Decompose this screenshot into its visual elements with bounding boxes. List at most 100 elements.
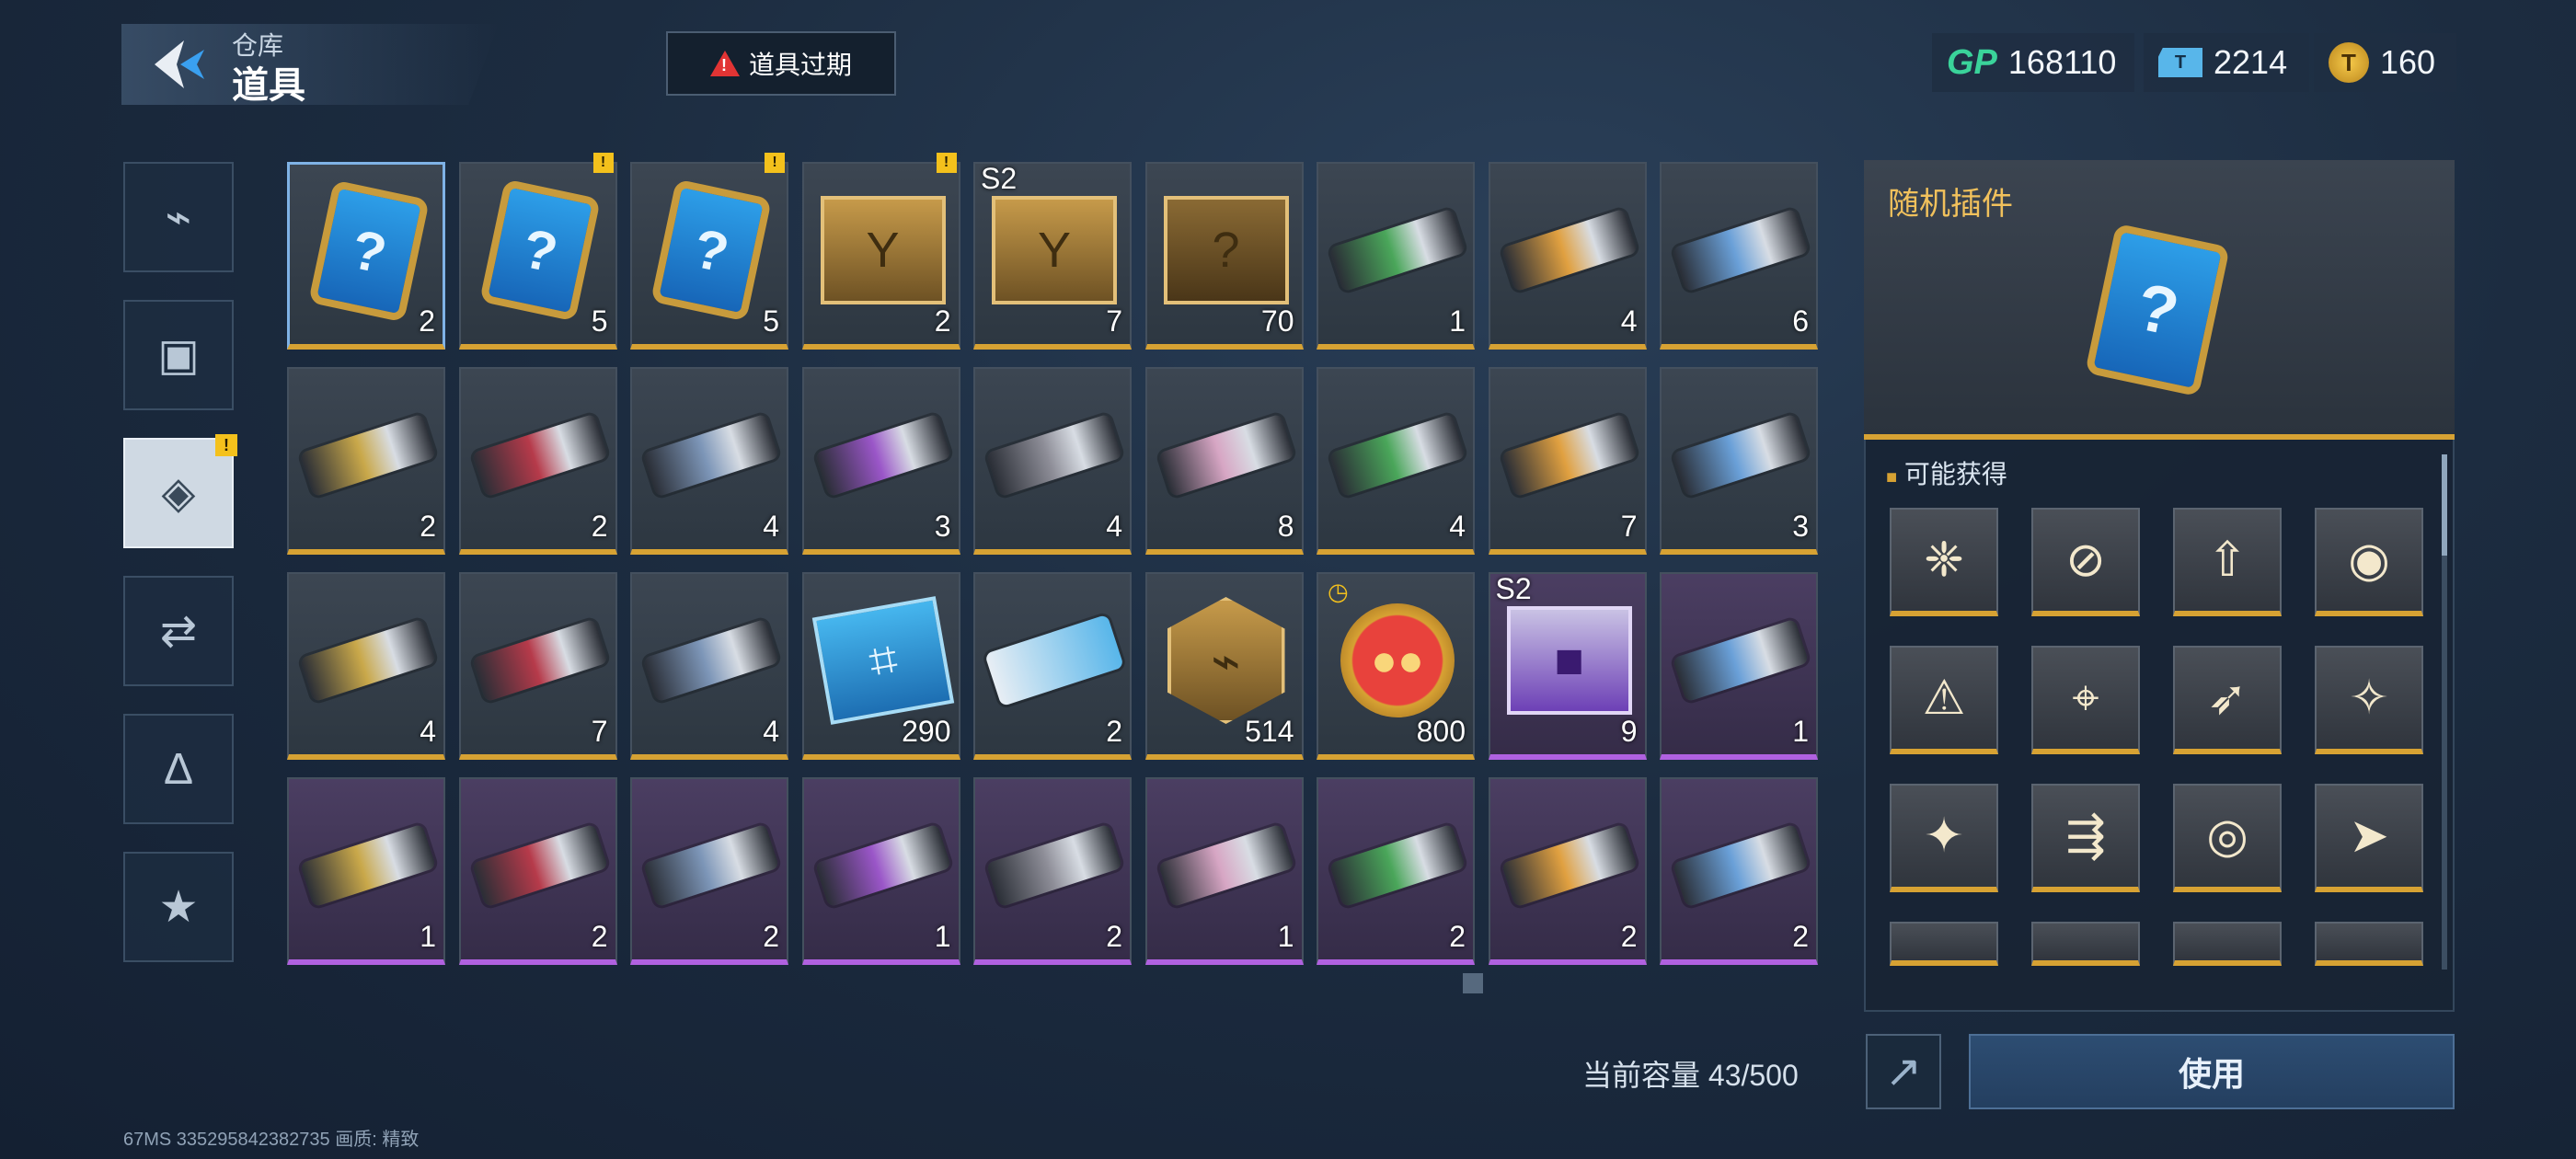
item-quantity: 3: [1792, 510, 1809, 543]
inventory-slot[interactable]: 4: [973, 367, 1132, 555]
item-card-icon: ◈: [161, 469, 196, 518]
page-title: 道具: [232, 65, 305, 106]
tab-items[interactable]: ◈ !: [123, 434, 237, 548]
inventory-slot[interactable]: 1: [1660, 572, 1818, 760]
inventory-slot[interactable]: ?! 5: [458, 153, 617, 350]
item-quantity: 7: [1106, 304, 1122, 338]
random-plugin-card-icon: ?: [647, 178, 776, 322]
inventory-slot[interactable]: 4: [1317, 367, 1475, 555]
inventory-slot[interactable]: ? 2: [287, 162, 445, 350]
plugin-icon[interactable]: ◉: [2315, 508, 2423, 616]
grid-scroll-indicator: [1463, 973, 1483, 993]
inventory-slot[interactable]: 1: [1317, 162, 1475, 350]
weapon-skin-icon: [1672, 801, 1810, 930]
weapon-skin-icon: [814, 801, 951, 930]
item-quantity: 2: [763, 920, 779, 953]
item-quantity: 8: [1277, 510, 1294, 543]
plugin-icon[interactable]: [1890, 922, 1998, 966]
currency-gp: GP 168110: [1932, 33, 2134, 92]
use-button[interactable]: 使用: [1969, 1034, 2455, 1109]
inventory-slot[interactable]: 2: [630, 777, 788, 965]
plugin-icon[interactable]: ⚠: [1890, 646, 1998, 754]
pistol-icon: ⌁: [165, 193, 192, 242]
inventory-slot[interactable]: 2: [973, 777, 1132, 965]
weapon-skin-icon: [1157, 391, 1294, 520]
inventory-slot[interactable]: ●● ◷ 800: [1317, 572, 1475, 760]
currency-coin-value: 160: [2380, 43, 2436, 81]
plugin-icon[interactable]: ➶: [2173, 646, 2282, 754]
inventory-slot[interactable]: 3: [1660, 367, 1818, 555]
plugin-icon[interactable]: ◎: [2173, 784, 2282, 892]
weapon-skin-icon: [1672, 596, 1810, 725]
weapon-skin-icon: [1328, 186, 1466, 315]
tab-blueprint[interactable]: ∆: [123, 714, 234, 824]
inventory-slot[interactable]: 3: [801, 367, 960, 555]
plugin-icon[interactable]: [2031, 922, 2140, 966]
season-tag: S2: [1495, 572, 1532, 605]
inventory-slot[interactable]: 2: [1488, 777, 1647, 965]
inventory-slot[interactable]: 2: [973, 572, 1132, 760]
swap-icon: ⇄: [159, 607, 198, 656]
weapon-skin-icon: [642, 596, 780, 725]
plugin-icon[interactable]: ✧: [2315, 646, 2423, 754]
inventory-slot[interactable]: 1: [287, 777, 445, 965]
rewards-scroll-thumb[interactable]: [2442, 454, 2447, 556]
tab-favorites[interactable]: ★: [123, 852, 234, 962]
inventory-slot[interactable]: ■ S2 9: [1488, 572, 1647, 760]
gold-crate-icon: Y: [819, 186, 948, 315]
chip-card-icon: ⌗: [811, 596, 954, 725]
weapon-skin-icon: [814, 391, 951, 520]
plugin-icon[interactable]: ⊘: [2031, 508, 2140, 616]
item-quantity: 2: [1449, 920, 1466, 953]
inventory-slot[interactable]: ?! 5: [630, 153, 788, 350]
inventory-slot[interactable]: 4: [630, 367, 788, 555]
inventory-slot[interactable]: Y! 2: [801, 153, 960, 350]
weapon-medal-icon: ⌁: [1162, 596, 1291, 725]
inventory-slot[interactable]: Y S2 7: [973, 162, 1132, 350]
inventory-slot[interactable]: 4: [630, 572, 788, 760]
inventory-slot[interactable]: ? 70: [1144, 162, 1304, 350]
item-quantity: 1: [934, 920, 951, 953]
item-expire-button[interactable]: 道具过期: [666, 31, 896, 96]
item-quantity: 3: [934, 510, 951, 543]
weapon-skin-icon: [1501, 801, 1638, 930]
plugin-icon[interactable]: ⇶: [2031, 784, 2140, 892]
inventory-slot[interactable]: 2: [287, 367, 445, 555]
plugin-icon[interactable]: [2315, 922, 2423, 966]
inventory-slot[interactable]: 2: [1660, 777, 1818, 965]
plugin-icon[interactable]: [2173, 922, 2282, 966]
gp-icon: GP: [1947, 42, 1997, 82]
inventory-slot[interactable]: 7: [1488, 367, 1647, 555]
weapon-skin-icon: [1501, 186, 1638, 315]
plugin-icon[interactable]: ⌖: [2031, 646, 2140, 754]
weapon-skin-icon: [985, 801, 1123, 930]
inventory-slot[interactable]: 8: [1144, 367, 1304, 555]
tab-frames[interactable]: ▣: [123, 300, 234, 410]
plugin-icon[interactable]: ➤: [2315, 784, 2423, 892]
export-button[interactable]: ↗: [1866, 1034, 1941, 1109]
inventory-slot[interactable]: 2: [1317, 777, 1475, 965]
inventory-slot[interactable]: 2: [458, 777, 617, 965]
item-quantity: 2: [1792, 920, 1809, 953]
inventory-slot[interactable]: 7: [458, 572, 617, 760]
inventory-slot[interactable]: 4: [1488, 162, 1647, 350]
tab-swap[interactable]: ⇄: [123, 576, 234, 686]
inventory-slot[interactable]: ⌁ 514: [1144, 572, 1304, 760]
inventory-slot[interactable]: 6: [1660, 162, 1818, 350]
inventory-slot[interactable]: 4: [287, 572, 445, 760]
ticket-card-icon: [984, 596, 1124, 725]
item-quantity: 2: [591, 920, 608, 953]
status-bar: 67MS 335295842382735 画质: 精致: [123, 1130, 420, 1150]
plugin-icon[interactable]: ✦: [1890, 784, 1998, 892]
inventory-slot[interactable]: 2: [458, 367, 617, 555]
inventory-slot[interactable]: 1: [1144, 777, 1304, 965]
plugin-icon[interactable]: ❈: [1890, 508, 1998, 616]
inventory-slot[interactable]: 1: [801, 777, 960, 965]
back-arrow-icon[interactable]: [147, 37, 212, 92]
ticket-icon: T: [2158, 48, 2202, 77]
item-quantity: 2: [1106, 715, 1122, 748]
item-quantity: 1: [1277, 920, 1294, 953]
plugin-icon[interactable]: ⇧: [2173, 508, 2282, 616]
tab-weapons[interactable]: ⌁: [123, 162, 234, 272]
inventory-slot[interactable]: ⌗ 290: [801, 572, 960, 760]
